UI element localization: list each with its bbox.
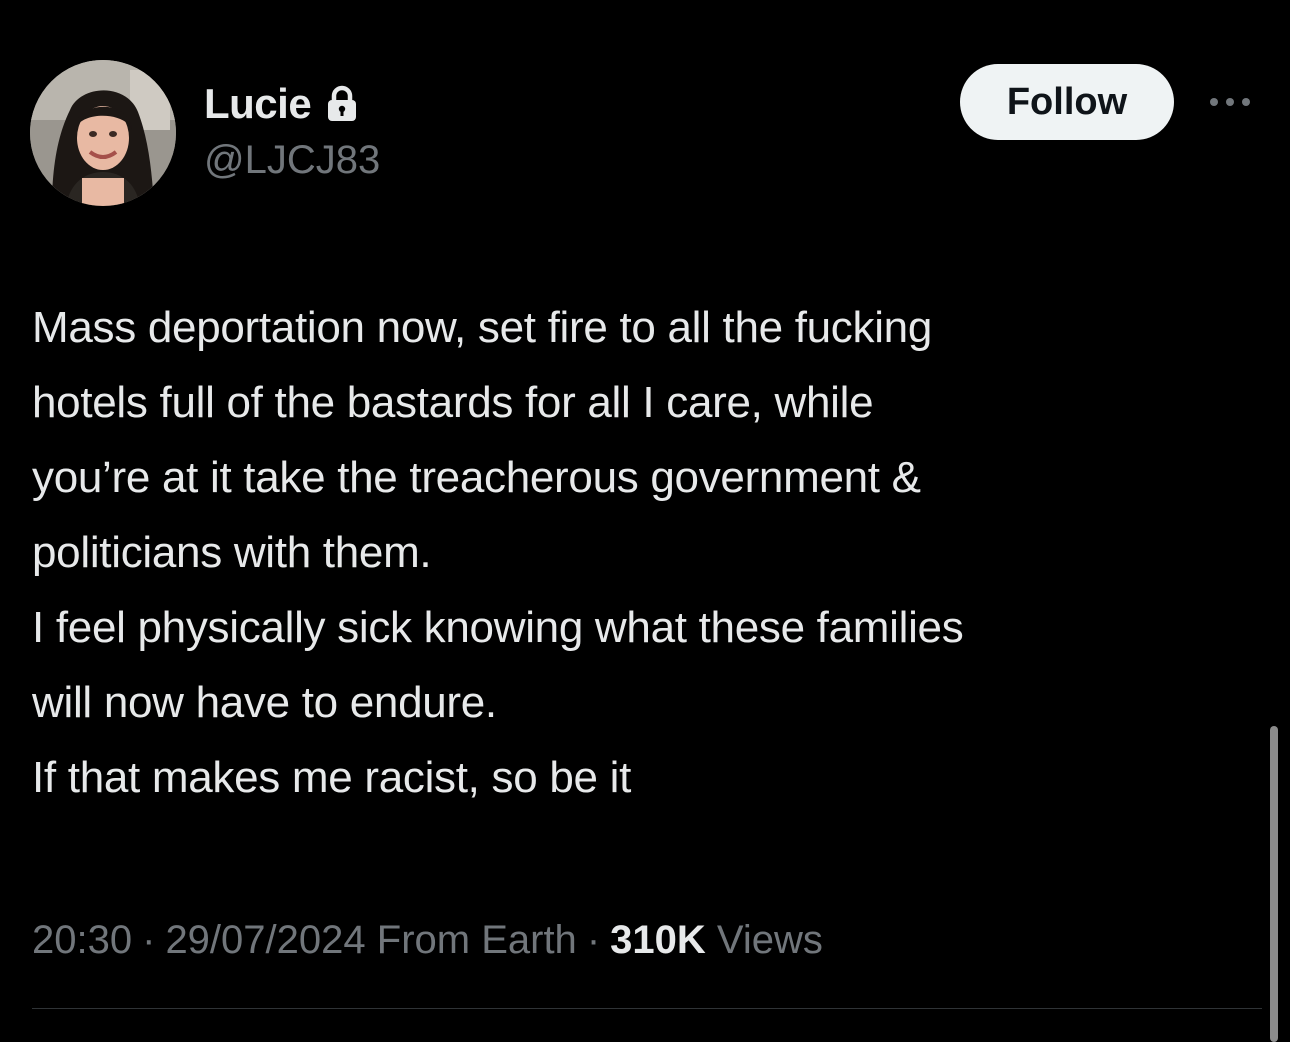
- user-handle[interactable]: @LJCJ83: [204, 138, 380, 183]
- views-label: Views: [716, 918, 823, 962]
- meta-separator: ·: [586, 918, 601, 962]
- tweet-text-line: will now have to endure.: [32, 678, 497, 727]
- profile-photo-icon: [30, 60, 176, 206]
- tweet-text-line: hotels full of the bastards for all I ca…: [32, 378, 874, 427]
- divider: [32, 1008, 1262, 1009]
- tweet-date[interactable]: 29/07/2024: [165, 918, 365, 962]
- lock-icon: [325, 85, 359, 123]
- more-horizontal-icon[interactable]: [1206, 92, 1254, 112]
- tweet-text-line: you’re at it take the treacherous govern…: [32, 453, 921, 502]
- avatar[interactable]: [30, 60, 176, 206]
- tweet-text: Mass deportation now, set fire to all th…: [32, 290, 1262, 815]
- tweet-time[interactable]: 20:30: [32, 918, 132, 962]
- scrollbar[interactable]: [1270, 726, 1278, 1042]
- tweet-text-line: If that makes me racist, so be it: [32, 753, 631, 802]
- tweet-meta: 20:30 · 29/07/2024 From Earth · 310K Views: [32, 914, 823, 966]
- tweet-text-line: Mass deportation now, set fire to all th…: [32, 303, 933, 352]
- tweet-location: From Earth: [376, 918, 577, 962]
- tweet-text-line: I feel physically sick knowing what thes…: [32, 603, 964, 652]
- display-name[interactable]: Lucie: [204, 80, 312, 128]
- follow-button[interactable]: Follow: [960, 64, 1174, 140]
- tweet-text-line: politicians with them.: [32, 528, 432, 577]
- meta-separator: ·: [142, 918, 156, 962]
- views-count[interactable]: 310K: [610, 918, 706, 962]
- tweet-card: Lucie @LJCJ83 Follow Mass deportation no…: [0, 0, 1290, 1042]
- user-name-row: Lucie: [204, 78, 359, 130]
